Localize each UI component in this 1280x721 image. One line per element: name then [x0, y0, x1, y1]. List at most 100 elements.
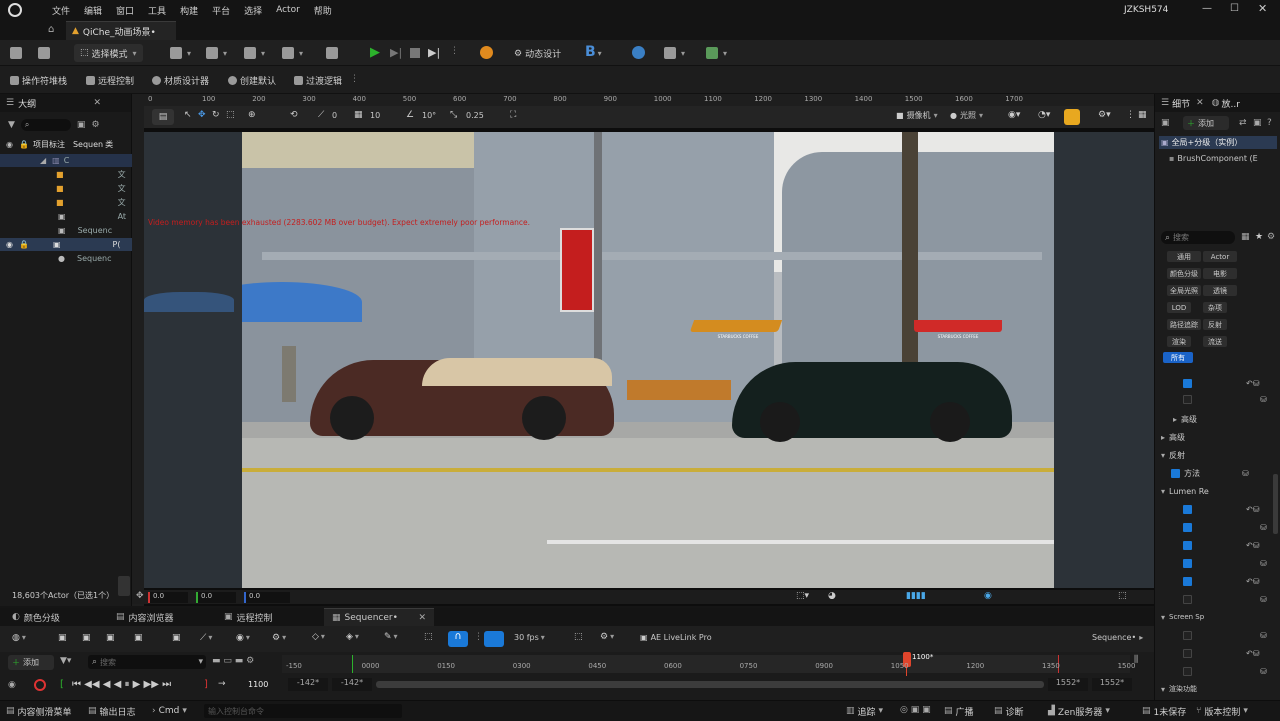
snap-toggle-icon[interactable]: ⬚▾ [796, 591, 809, 601]
build-icon[interactable] [282, 47, 303, 59]
method-checkbox[interactable] [1171, 468, 1180, 478]
scale-snap-value[interactable]: 0.25 [466, 111, 484, 120]
platform-icon[interactable] [480, 46, 493, 59]
list-item[interactable]: ● Sequenc [0, 252, 132, 265]
curve-editor-icon[interactable]: ⬚ [574, 632, 583, 642]
property-checkbox[interactable] [1183, 630, 1192, 640]
add-component-button[interactable]: ＋添加 [1183, 116, 1229, 130]
select-tool-icon[interactable]: ↖ [184, 110, 192, 120]
snap-magnet-icon[interactable]: ∩ [448, 631, 468, 647]
menu-actor[interactable]: Actor [276, 5, 300, 15]
grid-size-value[interactable]: 10 [370, 111, 380, 120]
filter-streaming[interactable]: 流送 [1203, 336, 1227, 347]
component-root[interactable]: ▣ 全局+分级（实例） [1159, 136, 1277, 149]
filter-icon[interactable]: ▼▾ [60, 656, 71, 666]
grid-size-icon[interactable]: ▦ [354, 110, 363, 120]
reset-icon[interactable]: ↶⛁ [1246, 649, 1259, 658]
keyframe-icon[interactable]: ⛁ [1260, 523, 1267, 532]
property-checkbox[interactable] [1183, 522, 1192, 532]
material-designer-button[interactable]: 材质设计器 [152, 74, 209, 87]
blueprint-icon[interactable]: ▣ [1161, 118, 1170, 128]
section-rendering-features[interactable]: ▾ 渲染功能 [1155, 681, 1280, 697]
snap-keys-icon[interactable] [484, 631, 504, 647]
sequence-breadcrumb[interactable]: Sequence• ▸ [1092, 633, 1143, 642]
cmd-button[interactable]: › Cmd ▾ [152, 701, 187, 721]
list-item[interactable]: ◢ ▥ C [0, 154, 132, 167]
lock-icon[interactable]: ▣ [1253, 118, 1262, 128]
keyframe-icon[interactable]: ⛁ [1260, 395, 1267, 404]
minimize-icon[interactable]: — [1202, 3, 1212, 14]
filter-color-grading[interactable]: 颜色分级 [1167, 268, 1201, 279]
menu-select[interactable]: 选择 [244, 4, 262, 17]
filter-film[interactable]: 电影 [1203, 268, 1237, 279]
keyframe-icon[interactable]: ⛁ [1260, 559, 1267, 568]
output-log-button[interactable]: ▤ 输出日志 [88, 701, 136, 721]
tools-icon[interactable]: ⟋ [200, 633, 212, 643]
tab-sequencer[interactable]: ▦ Sequencer• ✕ [324, 608, 434, 626]
scale-snap-icon[interactable]: ⤡ [450, 110, 457, 120]
property-checkbox[interactable] [1183, 558, 1192, 568]
diagnostics-button[interactable]: ▤ 诊断 [994, 701, 1024, 721]
key-interp-icon[interactable]: ◈ [346, 632, 359, 642]
create-default-button[interactable]: 创建默认 [228, 74, 276, 87]
menu-help[interactable]: 帮助 [314, 4, 332, 17]
add-track-button[interactable]: ＋添加 [8, 655, 54, 670]
visibility-icon[interactable]: ◉ [6, 240, 13, 249]
section-screen-space[interactable]: ▾ Screen Sp [1155, 609, 1280, 625]
settings-icon[interactable]: ⚙ [1267, 232, 1275, 242]
expand-icon[interactable]: ◢ [40, 156, 46, 165]
working-end-field[interactable]: 1552* [1048, 678, 1088, 691]
reset-icon[interactable]: ↶⛁ [1246, 505, 1259, 514]
maximize-viewport-icon[interactable]: ⛶ [510, 110, 516, 120]
list-item[interactable]: ◉ 🔒 ▣ P( [0, 238, 132, 251]
step-icon[interactable]: ▶| [390, 46, 402, 59]
status-icons[interactable]: ◎ ▣ ▣ [900, 705, 931, 715]
list-item[interactable]: ■ 文 [0, 196, 132, 209]
keyframe-icon[interactable]: ⛁ [1260, 595, 1267, 604]
tab-content-browser[interactable]: ▤ 内容浏览器 [108, 608, 182, 626]
more-icon[interactable]: ⋮ [1126, 110, 1135, 120]
timeline-scrollbar[interactable] [376, 681, 1044, 688]
blueprint-icon[interactable] [206, 47, 227, 59]
filter-misc[interactable]: 杂项 [1203, 302, 1227, 313]
playback-options-icon[interactable]: ⚙ [272, 633, 286, 643]
lighting-button[interactable]: ● 光照 ▾ [950, 110, 983, 121]
menu-platform[interactable]: 平台 [212, 4, 230, 17]
visibility-icon[interactable]: ◉ [6, 140, 13, 149]
range-start-bracket-icon[interactable]: [ [60, 679, 64, 690]
transport-controls[interactable]: ⏮ ◀◀ ◀ ◀ ⏸ ▶ ▶▶ ⏭ [72, 679, 171, 690]
current-frame[interactable]: 1100 [248, 680, 268, 689]
sequencer-settings-icon[interactable]: ⚙ [600, 632, 614, 642]
property-checkbox[interactable] [1183, 576, 1192, 586]
ae-livelink-button[interactable]: ▣ AE LiveLink Pro [640, 633, 712, 642]
grid-snap-icon[interactable]: ⟋ [318, 110, 324, 120]
play-icon[interactable]: ▶ [370, 45, 380, 60]
folder-add-icon[interactable]: ▣ [77, 120, 86, 130]
section-advanced-2[interactable]: ▸ 高级 [1155, 429, 1280, 445]
settings-icon[interactable]: ⚙ [91, 120, 99, 130]
menu-file[interactable]: 文件 [52, 4, 70, 17]
list-item[interactable]: ▣ Sequenc [0, 224, 132, 237]
list-item[interactable]: ■ 文 [0, 182, 132, 195]
transition-logic-button[interactable]: 过渡逻辑 [294, 74, 342, 87]
broadcast-button[interactable]: ▤ 广播 [944, 701, 974, 721]
location-y-field[interactable]: 0.0 [196, 592, 236, 603]
filter-general[interactable]: 通用 [1167, 251, 1201, 262]
level-viewport[interactable]: 0 100 200 300 400 500 600 700 800 900 1000 1100 1200… [132, 94, 1154, 606]
rotation-snap-icon[interactable]: ∠ [406, 110, 414, 120]
trace-button[interactable]: ▥ 追踪 ▾ [846, 701, 883, 721]
more-icon[interactable]: ⋮ [474, 632, 483, 642]
filter-icon[interactable]: ▼ [8, 120, 15, 130]
tab-remote-control[interactable]: ▣ 远程控制 [216, 608, 281, 626]
details-close-icon[interactable]: ✕ [1196, 98, 1204, 108]
viewport-mode-icons[interactable]: ▮▮▮▮ [906, 591, 926, 601]
location-z-field[interactable]: 0.0 [244, 592, 290, 603]
grid-view-icon[interactable]: ▦ [1241, 232, 1250, 242]
console-input[interactable]: 输入控制台命令 [204, 704, 402, 718]
stop-icon[interactable] [410, 48, 420, 58]
menu-tools[interactable]: 工具 [148, 4, 166, 17]
camera-cut-icon[interactable]: ▣ [134, 633, 143, 643]
filter-lod[interactable]: LOD [1167, 302, 1191, 313]
working-start-field[interactable]: -142* [332, 678, 372, 691]
property-checkbox[interactable] [1183, 666, 1192, 676]
